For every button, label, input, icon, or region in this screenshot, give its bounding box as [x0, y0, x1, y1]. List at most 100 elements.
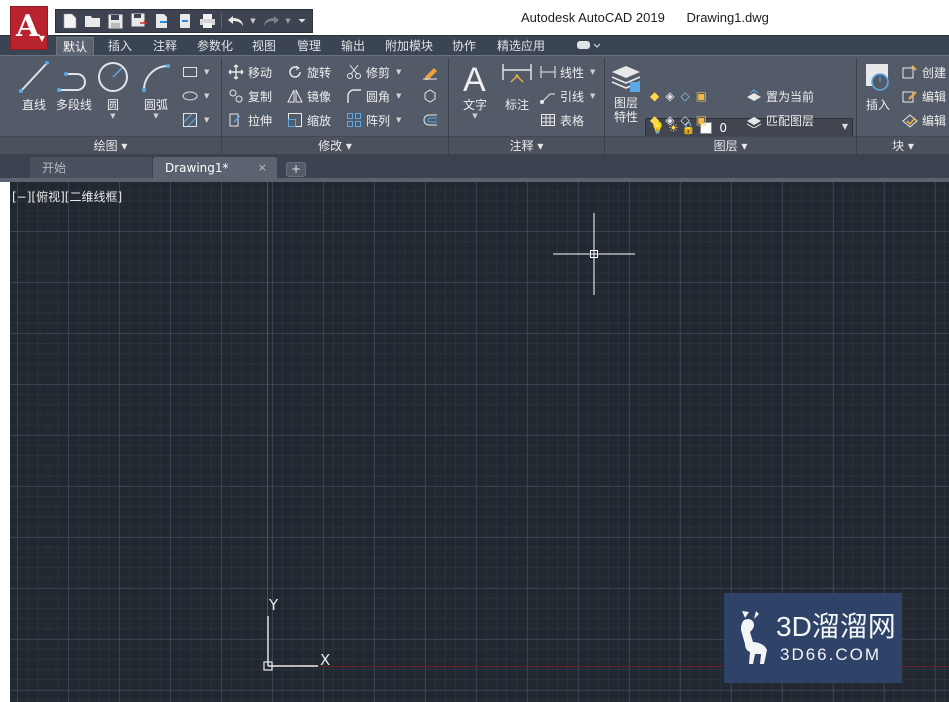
match-layer-icon [746, 117, 762, 128]
edit-attributes-tool[interactable]: 编辑 [902, 110, 946, 130]
annotation-panel-title[interactable]: 注释 ▾ [449, 136, 604, 154]
watermark-logo: 3D溜溜网 3D66.COM [724, 593, 902, 683]
tab-start[interactable]: 开始 [30, 157, 152, 180]
customize-icon[interactable]: ⏷ [296, 12, 308, 31]
scale-tool[interactable]: 缩放 [287, 110, 331, 130]
save-as-icon[interactable] [129, 12, 148, 31]
edit-block-icon [902, 91, 917, 103]
ucs-icon: Y X [263, 596, 330, 671]
circle-icon [98, 62, 128, 92]
layer-lock-icon[interactable]: ▣ [696, 89, 707, 103]
text-tool[interactable]: A 文字 ▼ [455, 60, 495, 120]
redo-dropdown-icon[interactable]: ▼ [284, 12, 292, 31]
set-current-layer-tool[interactable]: 置为当前 [746, 86, 814, 106]
layer-off-icon[interactable]: ◆ [650, 89, 659, 103]
close-icon[interactable]: × [258, 157, 267, 179]
web-mobile-icon[interactable] [175, 12, 194, 31]
redo-icon[interactable] [261, 12, 280, 31]
copy-icon [229, 89, 243, 103]
quick-access-toolbar: ▼ ▼ ⏷ [55, 9, 313, 33]
rectangle-tool[interactable]: ▼ [182, 62, 209, 82]
polyline-tool[interactable]: 多段线 [52, 60, 96, 113]
layers-panel-title[interactable]: 图层 ▾ [605, 136, 856, 154]
block-panel-title[interactable]: 块 ▾ [857, 136, 949, 154]
layer-tools-row-2: ◆ ◈ ◇ ▣ [650, 110, 707, 130]
watermark-brand: 3D溜溜网 [776, 611, 896, 642]
tab-view[interactable]: 视图 [246, 37, 282, 56]
tab-drawing1-label: Drawing1* [165, 161, 229, 175]
tab-addins[interactable]: 附加模块 [379, 37, 439, 56]
stretch-tool[interactable]: 拉伸 [228, 110, 272, 130]
title-bar: A ▼ ▼ ▼ ⏷ Autodesk AutoCAD 2019 Drawing1… [0, 0, 949, 50]
undo-dropdown-icon[interactable]: ▼ [249, 12, 257, 31]
insert-block-tool[interactable]: 插入 [858, 60, 898, 113]
eraser-icon [423, 68, 437, 80]
table-tool[interactable]: 表格 [540, 110, 584, 130]
explode-tool[interactable] [422, 86, 438, 106]
tab-manage[interactable]: 管理 [291, 37, 327, 56]
trim-tool[interactable]: 修剪 ▼ [346, 62, 401, 82]
tab-home[interactable]: 默认 [56, 37, 95, 56]
stretch-icon [229, 113, 241, 127]
erase-tool[interactable] [422, 62, 438, 82]
array-tool[interactable]: 阵列 ▼ [346, 110, 401, 130]
save-icon[interactable] [106, 12, 125, 31]
chevron-down-icon[interactable]: ▼ [93, 113, 133, 120]
ucs-x-label: X [320, 651, 330, 669]
chevron-down-icon[interactable]: ▼ [842, 122, 848, 131]
layer-on-icon[interactable]: ◆ [650, 113, 659, 127]
current-layer-name: 0 [719, 121, 728, 135]
print-icon[interactable] [198, 12, 217, 31]
linear-dimension-tool[interactable]: 线性 ▼ [540, 62, 595, 82]
circle-tool[interactable]: 圆 ▼ [93, 60, 133, 120]
tab-output[interactable]: 输出 [335, 37, 371, 56]
move-tool[interactable]: 移动 [228, 62, 272, 82]
tab-annotate[interactable]: 注释 [147, 37, 183, 56]
ellipse-tool[interactable]: ▼ [182, 86, 209, 106]
offset-tool[interactable] [422, 110, 438, 130]
fillet-tool[interactable]: 圆角 ▼ [346, 86, 401, 106]
mirror-tool[interactable]: 镜像 [287, 86, 331, 106]
leader-tool[interactable]: 引线 ▼ [540, 86, 595, 106]
ribbon-panel: 直线 多段线 圆 ▼ 圆弧 ▼ ▼ ▼ ▼ 绘图 ▾ 移动 旋转 修剪▼ 复制 [0, 55, 949, 154]
undo-icon[interactable] [226, 12, 245, 31]
window-title: Autodesk AutoCAD 2019 Drawing1.dwg [521, 10, 769, 25]
layer-isolate-icon[interactable]: ◈ [665, 89, 674, 103]
scale-icon [288, 113, 302, 127]
layer-thaw-icon[interactable]: ◇ [680, 113, 689, 127]
polyline-icon [57, 72, 86, 92]
application-menu-button[interactable]: A ▼ [10, 6, 48, 50]
tab-featured-apps[interactable]: 精选应用 [491, 37, 551, 56]
open-icon[interactable] [83, 12, 102, 31]
hatch-tool[interactable]: ▼ [182, 110, 209, 130]
layer-properties-tool[interactable]: 图层 特性 [607, 60, 645, 124]
tab-parametric[interactable]: 参数化 [191, 37, 239, 56]
layer-freeze-icon[interactable]: ◇ [680, 89, 689, 103]
rotate-tool[interactable]: 旋转 [287, 62, 331, 82]
modify-panel-title[interactable]: 修改 ▾ [222, 136, 448, 154]
deer-logo-icon [741, 611, 767, 664]
text-icon: A [463, 61, 486, 94]
create-block-tool[interactable]: 创建 [902, 62, 946, 82]
match-layer-tool[interactable]: 匹配图层 [746, 110, 814, 130]
arc-icon [142, 64, 170, 92]
dimension-tool[interactable]: 标注 [497, 60, 537, 113]
tab-drawing1[interactable]: Drawing1* × [153, 157, 277, 180]
copy-tool[interactable]: 复制 [228, 86, 272, 106]
export-icon[interactable] [152, 12, 171, 31]
chevron-down-icon[interactable]: ▼ [455, 113, 495, 120]
rectangle-icon [183, 67, 197, 77]
chevron-down-icon[interactable]: ▼ [134, 113, 178, 120]
tab-insert[interactable]: 插入 [102, 37, 138, 56]
new-drawing-tab-button[interactable]: + [286, 162, 306, 177]
layer-unisolate-icon[interactable]: ◈ [665, 113, 674, 127]
arc-tool[interactable]: 圆弧 ▼ [134, 60, 178, 120]
tab-collaborate[interactable]: 协作 [446, 37, 482, 56]
viewport-controls[interactable]: [−][俯视][二维线框] [12, 188, 122, 205]
layer-unlock-icon[interactable]: ▣ [696, 113, 707, 127]
line-tool[interactable]: 直线 [12, 60, 56, 113]
draw-panel-title[interactable]: 绘图 ▾ [0, 136, 221, 154]
new-icon[interactable] [60, 12, 79, 31]
edit-block-tool[interactable]: 编辑 [902, 86, 946, 106]
edit-attributes-icon [902, 114, 918, 128]
